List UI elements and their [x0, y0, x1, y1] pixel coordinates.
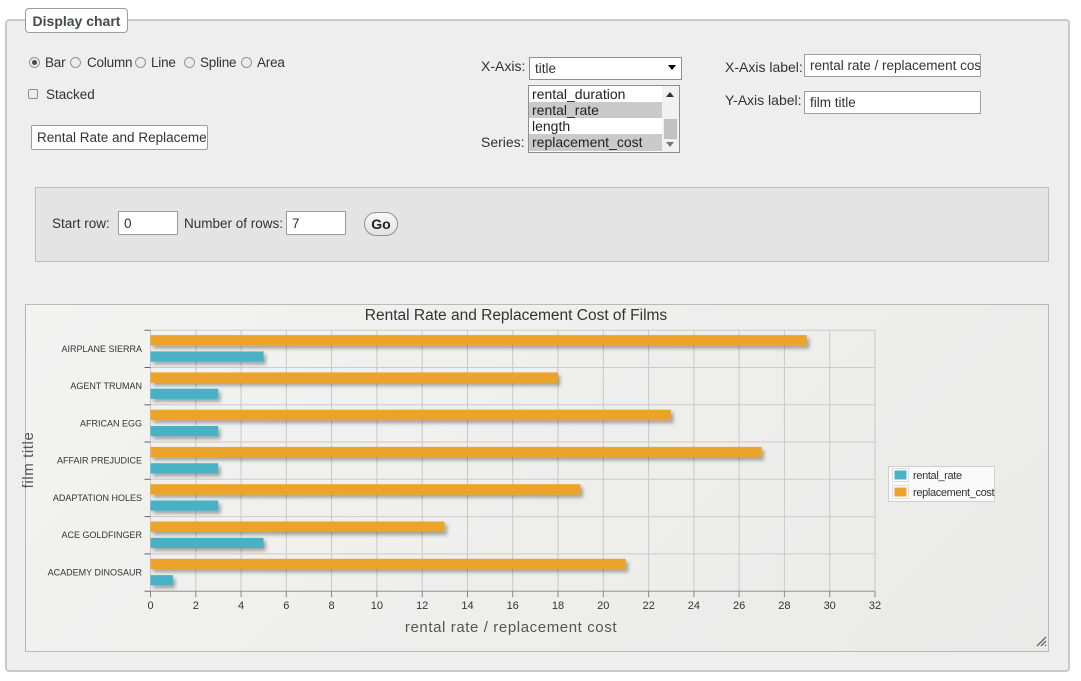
svg-text:8: 8	[329, 600, 335, 612]
svg-text:rental_rate: rental_rate	[913, 470, 962, 482]
svg-text:16: 16	[507, 600, 519, 612]
svg-text:20: 20	[597, 600, 609, 612]
svg-text:AFFAIR PREJUDICE: AFFAIR PREJUDICE	[57, 456, 142, 466]
svg-text:ACADEMY DINOSAUR: ACADEMY DINOSAUR	[48, 568, 143, 578]
svg-text:4: 4	[238, 600, 244, 612]
svg-text:2: 2	[193, 600, 199, 612]
svg-text:32: 32	[869, 600, 881, 612]
svg-text:28: 28	[778, 600, 790, 612]
svg-text:rental rate / replacement cost: rental rate / replacement cost	[405, 619, 617, 636]
svg-text:10: 10	[371, 600, 383, 612]
svg-text:30: 30	[824, 600, 836, 612]
svg-text:Rental Rate and Replacement Co: Rental Rate and Replacement Cost of Film…	[365, 307, 668, 324]
svg-text:12: 12	[416, 600, 428, 612]
svg-text:film title: film title	[20, 432, 37, 489]
svg-text:14: 14	[461, 600, 473, 612]
svg-text:0: 0	[147, 600, 153, 612]
svg-text:replacement_cost: replacement_cost	[913, 487, 995, 499]
svg-text:ACE GOLDFINGER: ACE GOLDFINGER	[61, 530, 142, 540]
svg-text:26: 26	[733, 600, 745, 612]
svg-text:18: 18	[552, 600, 564, 612]
svg-text:AIRPLANE SIERRA: AIRPLANE SIERRA	[61, 344, 142, 354]
svg-text:22: 22	[642, 600, 654, 612]
svg-text:ADAPTATION HOLES: ADAPTATION HOLES	[53, 493, 142, 503]
svg-text:AGENT TRUMAN: AGENT TRUMAN	[70, 381, 142, 391]
svg-text:24: 24	[688, 600, 700, 612]
svg-text:AFRICAN EGG: AFRICAN EGG	[80, 418, 142, 428]
svg-text:6: 6	[283, 600, 289, 612]
